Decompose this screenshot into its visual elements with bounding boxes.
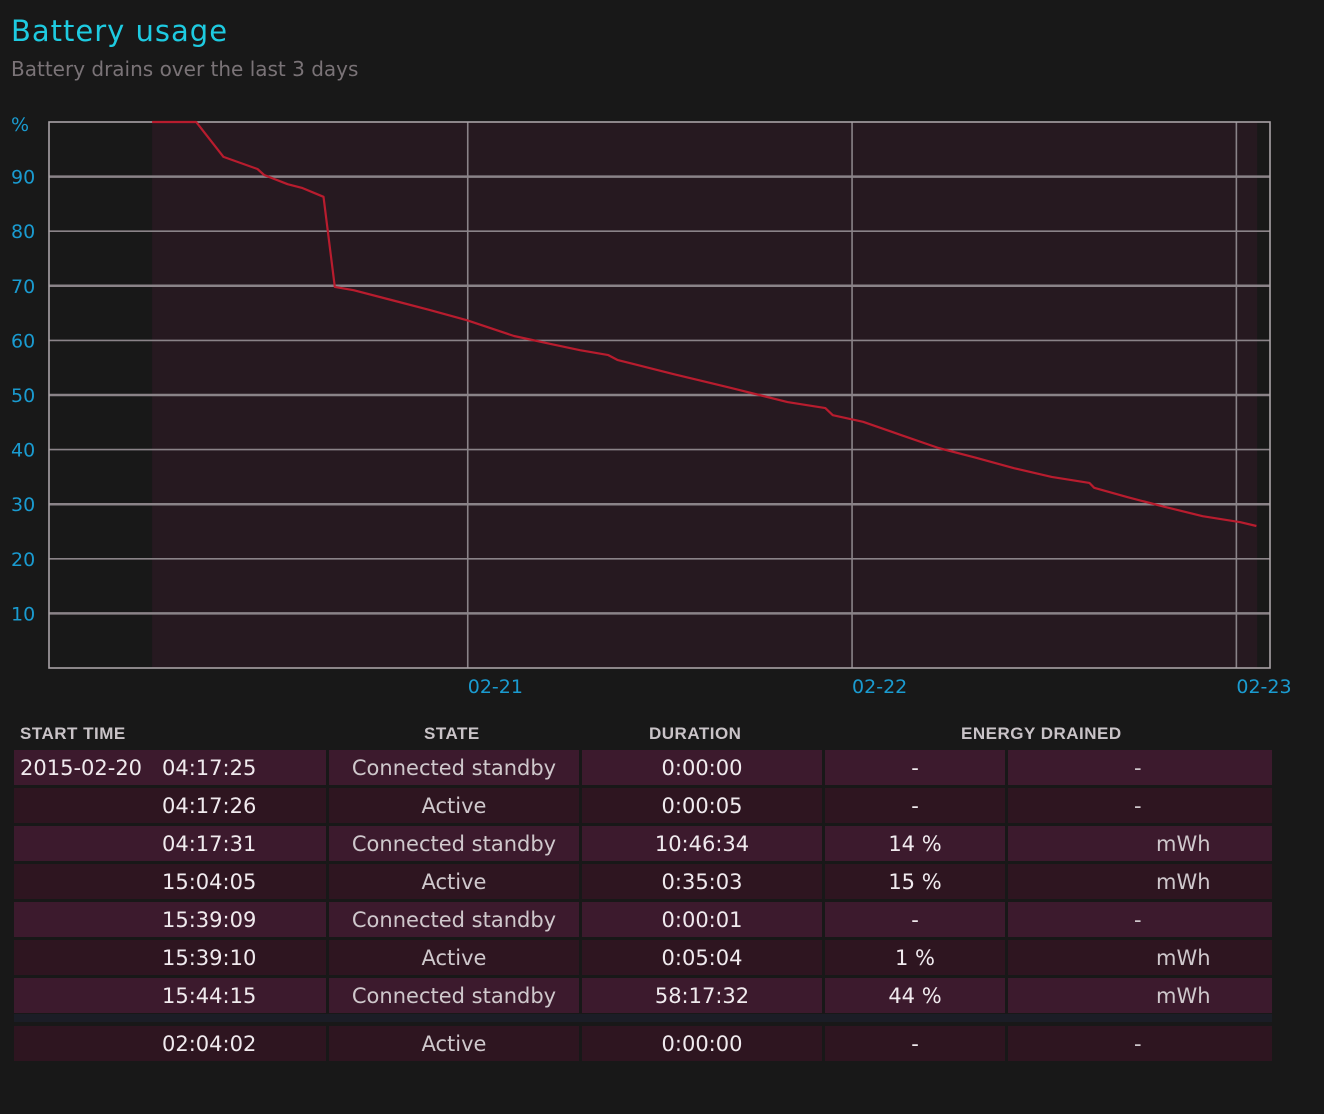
start-time: 15:44:15 <box>162 984 257 1008</box>
table-row: 04:17:26 Active 0:00:05- - <box>14 788 1272 823</box>
y-tick-label: 20 <box>11 549 35 571</box>
start-time: 04:17:26 <box>162 794 257 818</box>
state-cell: Active <box>329 864 579 899</box>
start-time-cell: 2015-02-20 04:17:25 <box>14 750 326 785</box>
y-tick-label: 50 <box>11 385 35 407</box>
energy-mwh-cell: - <box>1008 788 1272 823</box>
header-start-time: START TIME <box>20 724 126 743</box>
state-cell: Connected standby <box>329 902 579 937</box>
y-axis-unit-label: % <box>11 114 29 136</box>
energy-percent-cell: - <box>825 788 1005 823</box>
state-cell: Active <box>329 940 579 975</box>
header-duration: DURATION <box>649 724 742 743</box>
start-time: 15:39:09 <box>162 908 257 932</box>
energy-mwh-cell: mWh <box>1008 826 1272 861</box>
table-header: START TIME STATE DURATION ENERGY DRAINED <box>14 716 1274 750</box>
start-time: 04:17:31 <box>162 832 257 856</box>
y-tick-label: 30 <box>11 494 35 516</box>
state-cell: Connected standby <box>329 750 579 785</box>
energy-mwh: mWh <box>1156 832 1211 856</box>
start-time-cell: 15:04:05 <box>14 864 326 899</box>
duration-cell: 0:00:05 <box>582 788 822 823</box>
duration-cell: 0:35:03 <box>582 864 822 899</box>
duration-cell: 0:05:04 <box>582 940 822 975</box>
state-cell: Connected standby <box>329 826 579 861</box>
x-tick-label: 02-22 <box>852 676 907 698</box>
y-tick-label: 60 <box>11 330 35 352</box>
x-tick-label: 02-21 <box>468 676 523 698</box>
energy-mwh-cell: - <box>1008 750 1272 785</box>
energy-mwh: - <box>1134 756 1142 780</box>
start-time-cell: 02:04:02 <box>14 1026 326 1061</box>
start-time-cell: 15:39:10 <box>14 940 326 975</box>
header-energy-drained: ENERGY DRAINED <box>961 724 1122 743</box>
y-tick-label: 70 <box>11 276 35 298</box>
duration-cell: 0:00:00 <box>582 1026 822 1061</box>
state-cell: Connected standby <box>329 978 579 1013</box>
y-tick-label: 10 <box>11 603 35 625</box>
energy-percent-cell: - <box>825 902 1005 937</box>
table-row: 15:04:05 Active 0:35:03 15 % mWh <box>14 864 1272 899</box>
energy-mwh: mWh <box>1156 946 1211 970</box>
state-cell: Active <box>329 788 579 823</box>
start-time-cell: 15:44:15 <box>14 978 326 1013</box>
energy-mwh: mWh <box>1156 870 1211 894</box>
energy-mwh-cell: - <box>1008 902 1272 937</box>
table-row: 2015-02-20 04:17:25 Connected standby 0:00:… <box>14 750 1272 785</box>
energy-mwh-cell: mWh <box>1008 978 1272 1013</box>
energy-percent-cell: - <box>825 750 1005 785</box>
table-row: 15:44:15 Connected standby 58:17:32 44 % mWh <box>14 978 1272 1013</box>
energy-percent-cell: 1 % <box>825 940 1005 975</box>
energy-percent-cell: 44 % <box>825 978 1005 1013</box>
page-title: Battery usage <box>11 14 229 48</box>
table-row: 15:39:09 Connected standby 0:00:01- - <box>14 902 1272 937</box>
start-time: 02:04:02 <box>162 1032 257 1056</box>
duration-cell: 58:17:32 <box>582 978 822 1013</box>
start-time-cell: 04:17:31 <box>14 826 326 861</box>
start-time: 15:39:10 <box>162 946 257 970</box>
start-time: 04:17:25 <box>162 756 257 780</box>
table-row: 15:39:10 Active 0:05:04 1 % mWh <box>14 940 1272 975</box>
start-time-cell: 04:17:26 <box>14 788 326 823</box>
duration-cell: 10:46:34 <box>582 826 822 861</box>
start-date: 2015-02-20 <box>20 756 143 780</box>
start-time: 15:04:05 <box>162 870 257 894</box>
energy-percent-cell: 14 % <box>825 826 1005 861</box>
duration-cell: 0:00:00 <box>582 750 822 785</box>
energy-mwh: mWh <box>1156 984 1211 1008</box>
energy-mwh: - <box>1134 1032 1142 1056</box>
y-tick-label: 90 <box>11 167 35 189</box>
energy-percent-cell: - <box>825 1026 1005 1061</box>
header-state: STATE <box>424 724 480 743</box>
session-gap-divider <box>14 1014 1272 1022</box>
table-row: 04:17:31 Connected standby 10:46:34 14 % mWh <box>14 826 1272 861</box>
y-tick-label: 80 <box>11 221 35 243</box>
state-cell: Active <box>329 1026 579 1061</box>
energy-mwh: - <box>1134 794 1142 818</box>
energy-mwh-cell: mWh <box>1008 940 1272 975</box>
battery-chart: % 90 80 70 60 50 40 30 20 10 02-21 02-22 02-23 <box>11 114 1292 698</box>
start-time-cell: 15:39:09 <box>14 902 326 937</box>
battery-usage-table: START TIME STATE DURATION ENERGY DRAINED… <box>14 716 1274 1061</box>
table-row: 02:04:02 Active 0:00:00- - <box>14 1026 1272 1061</box>
energy-mwh-cell: mWh <box>1008 864 1272 899</box>
duration-cell: 0:00:01 <box>582 902 822 937</box>
energy-mwh: - <box>1134 908 1142 932</box>
energy-mwh-cell: - <box>1008 1026 1272 1061</box>
x-tick-label: 02-23 <box>1236 676 1291 698</box>
y-tick-label: 40 <box>11 440 35 462</box>
page-subtitle: Battery drains over the last 3 days <box>11 57 359 81</box>
energy-percent-cell: 15 % <box>825 864 1005 899</box>
